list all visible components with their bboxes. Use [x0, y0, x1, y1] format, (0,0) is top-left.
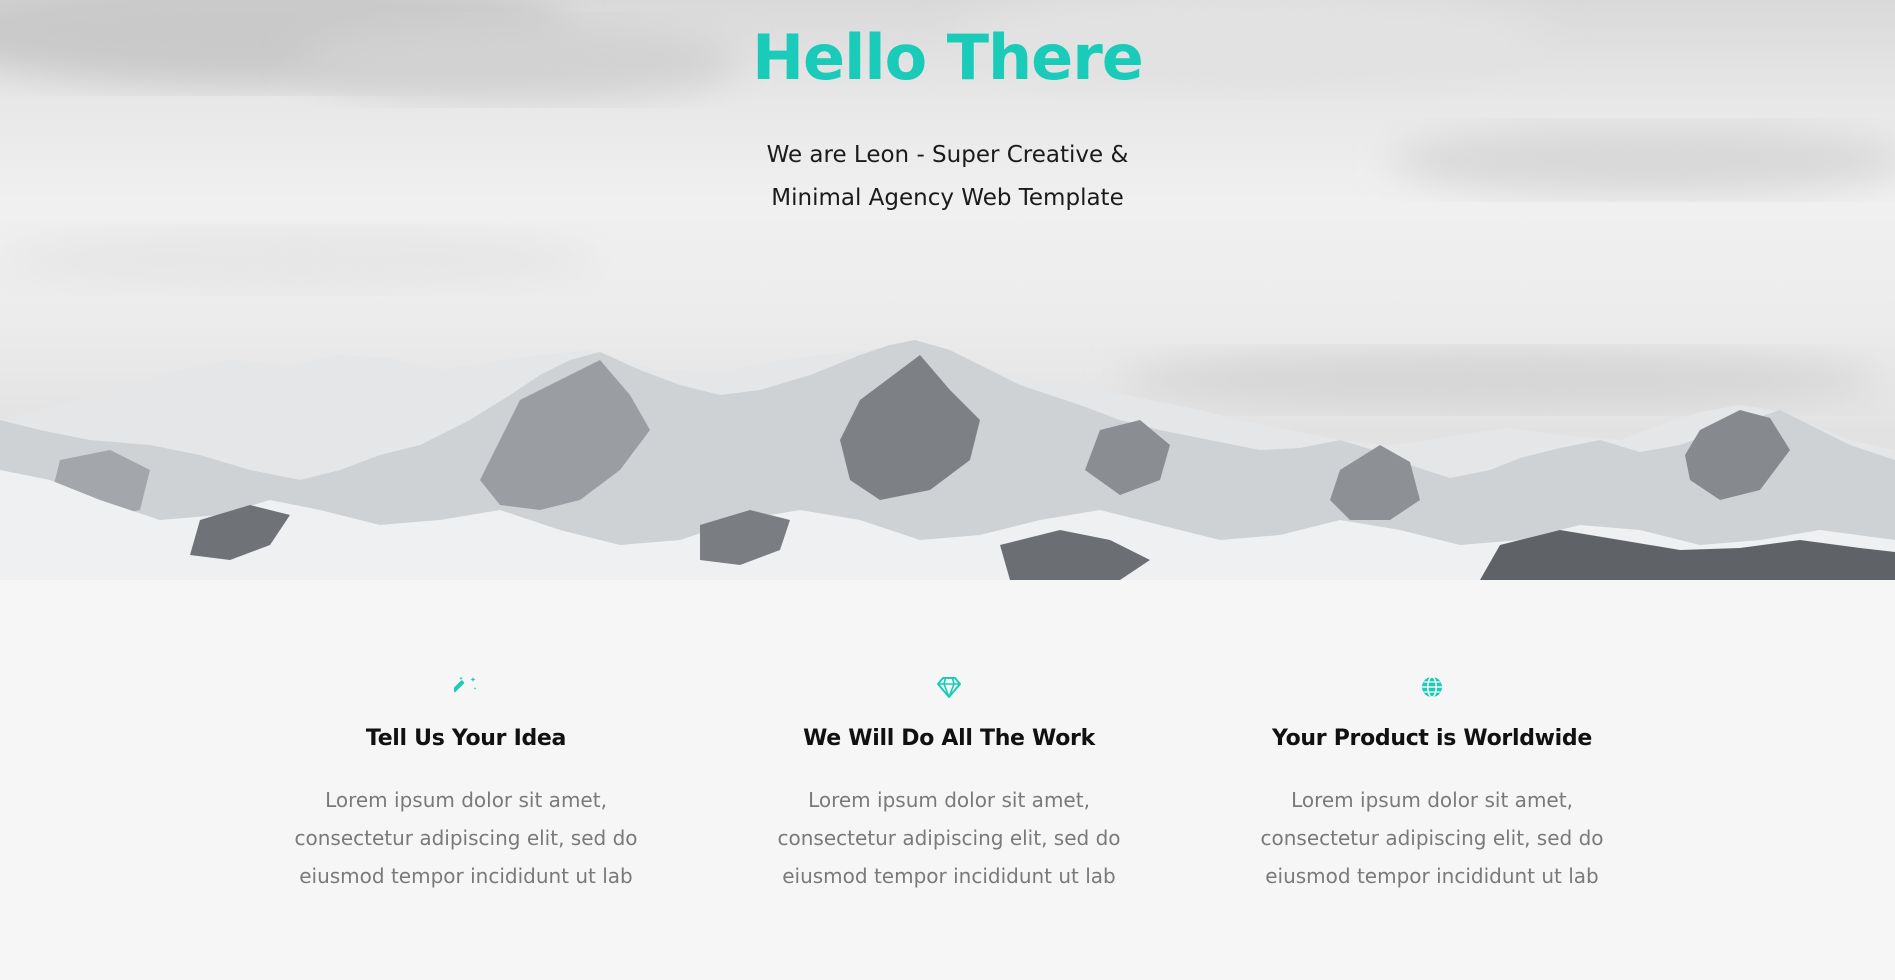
hero-title: Hello There — [752, 21, 1144, 94]
hero-subtitle-line-2: Minimal Agency Web Template — [771, 185, 1124, 211]
feature-card-idea: Tell Us Your Idea Lorem ipsum dolor sit … — [246, 675, 686, 895]
feature-title: We Will Do All The Work — [803, 726, 1095, 751]
feature-title: Tell Us Your Idea — [365, 726, 567, 751]
hero-section: Hello There We are Leon - Super Creative… — [0, 0, 1895, 580]
hero-content: Hello There We are Leon - Super Creative… — [0, 20, 1895, 220]
globe-icon — [1420, 675, 1444, 699]
feature-card-work: We Will Do All The Work Lorem ipsum dolo… — [729, 675, 1169, 895]
features-section: Tell Us Your Idea Lorem ipsum dolor sit … — [0, 580, 1895, 980]
hero-subtitle: We are Leon - Super Creative & Minimal A… — [718, 134, 1178, 220]
feature-text: Lorem ipsum dolor sit amet, consectetur … — [294, 788, 638, 888]
feature-text: Lorem ipsum dolor sit amet, consectetur … — [777, 788, 1121, 888]
diamond-icon — [937, 675, 961, 699]
hero-subtitle-line-1: We are Leon - Super Creative & — [766, 142, 1129, 168]
feature-title: Your Product is Worldwide — [1272, 726, 1592, 751]
magic-wand-icon — [452, 675, 478, 699]
feature-text: Lorem ipsum dolor sit amet, consectetur … — [1260, 788, 1604, 888]
feature-card-worldwide: Your Product is Worldwide Lorem ipsum do… — [1212, 675, 1652, 895]
